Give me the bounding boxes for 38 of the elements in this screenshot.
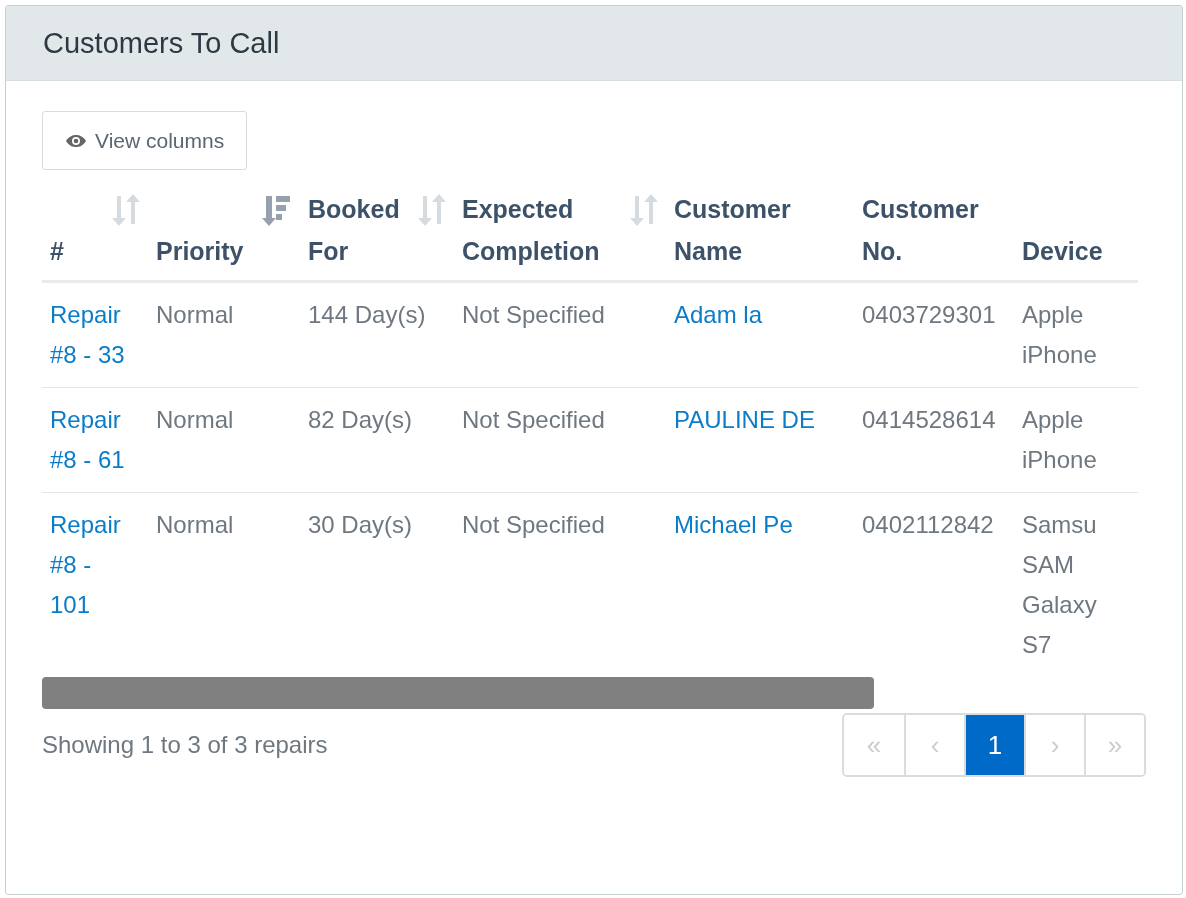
- table-cell: Not Specified: [452, 387, 664, 493]
- column-header[interactable]: #: [42, 188, 146, 282]
- table-cell: 0403729301: [852, 281, 1012, 388]
- table-cell: 82 Day(s): [298, 387, 452, 493]
- eye-icon: [65, 133, 87, 148]
- table-cell: 30 Day(s): [298, 492, 452, 677]
- table-cell: Samsu SAM Galaxy S7: [1012, 492, 1138, 677]
- table-cell: Apple iPhone: [1012, 387, 1138, 493]
- results-summary: Showing 1 to 3 of 3 repairs: [42, 731, 328, 759]
- customer-name-link[interactable]: PAULINE DE: [674, 400, 842, 440]
- table-cell: Normal: [146, 492, 298, 677]
- panel-title: Customers To Call: [43, 26, 280, 60]
- sort-icon: [628, 194, 658, 226]
- customer-name-link[interactable]: Adam la: [674, 295, 842, 335]
- sort-descending-icon: [262, 194, 292, 226]
- column-header[interactable]: Booked For: [298, 188, 452, 282]
- view-columns-button[interactable]: View columns: [42, 111, 248, 170]
- sort-icon: [416, 194, 446, 226]
- table-cell: 0402112842: [852, 492, 1012, 677]
- repair-link[interactable]: Repair #8 - 61: [50, 400, 136, 480]
- column-header: Customer No.: [852, 188, 1012, 282]
- repair-link[interactable]: Repair #8 - 33: [50, 295, 136, 375]
- table-cell: Normal: [146, 281, 298, 388]
- table-cell: Not Specified: [452, 492, 664, 677]
- repair-link[interactable]: Repair #8 - 101: [50, 505, 136, 625]
- column-header: Customer Name: [664, 188, 852, 282]
- horizontal-scrollbar[interactable]: [42, 677, 874, 709]
- sort-icon: [110, 194, 140, 226]
- table-cell: Apple iPhone: [1012, 281, 1138, 388]
- table-cell: Normal: [146, 387, 298, 493]
- column-header[interactable]: Priority: [146, 188, 298, 282]
- table-cell: 144 Day(s): [298, 281, 452, 388]
- column-header: Device: [1012, 188, 1138, 282]
- customer-name-link[interactable]: Michael Pe: [674, 505, 842, 545]
- table-cell: Not Specified: [452, 281, 664, 388]
- column-header[interactable]: Expected Completion: [452, 188, 664, 282]
- page-button[interactable]: 1: [964, 715, 1024, 775]
- table-cell: 0414528614: [852, 387, 1012, 493]
